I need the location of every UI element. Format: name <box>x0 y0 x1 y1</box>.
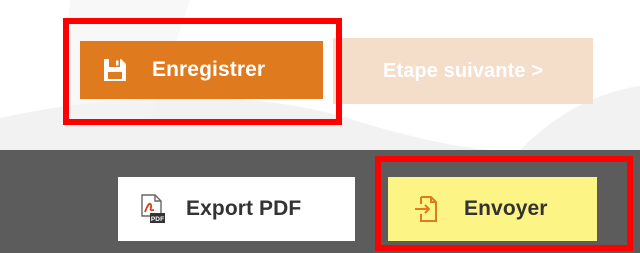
save-highlight-box <box>63 18 342 125</box>
send-highlight-box <box>375 156 633 251</box>
export-pdf-button[interactable]: PDF Export PDF <box>118 177 355 241</box>
next-step-button-label: Etape suivante > <box>383 59 543 82</box>
pdf-file-icon: PDF <box>140 194 166 224</box>
next-step-button[interactable]: Etape suivante > <box>333 38 593 104</box>
export-pdf-label: Export PDF <box>186 197 302 220</box>
svg-text:PDF: PDF <box>151 216 164 223</box>
